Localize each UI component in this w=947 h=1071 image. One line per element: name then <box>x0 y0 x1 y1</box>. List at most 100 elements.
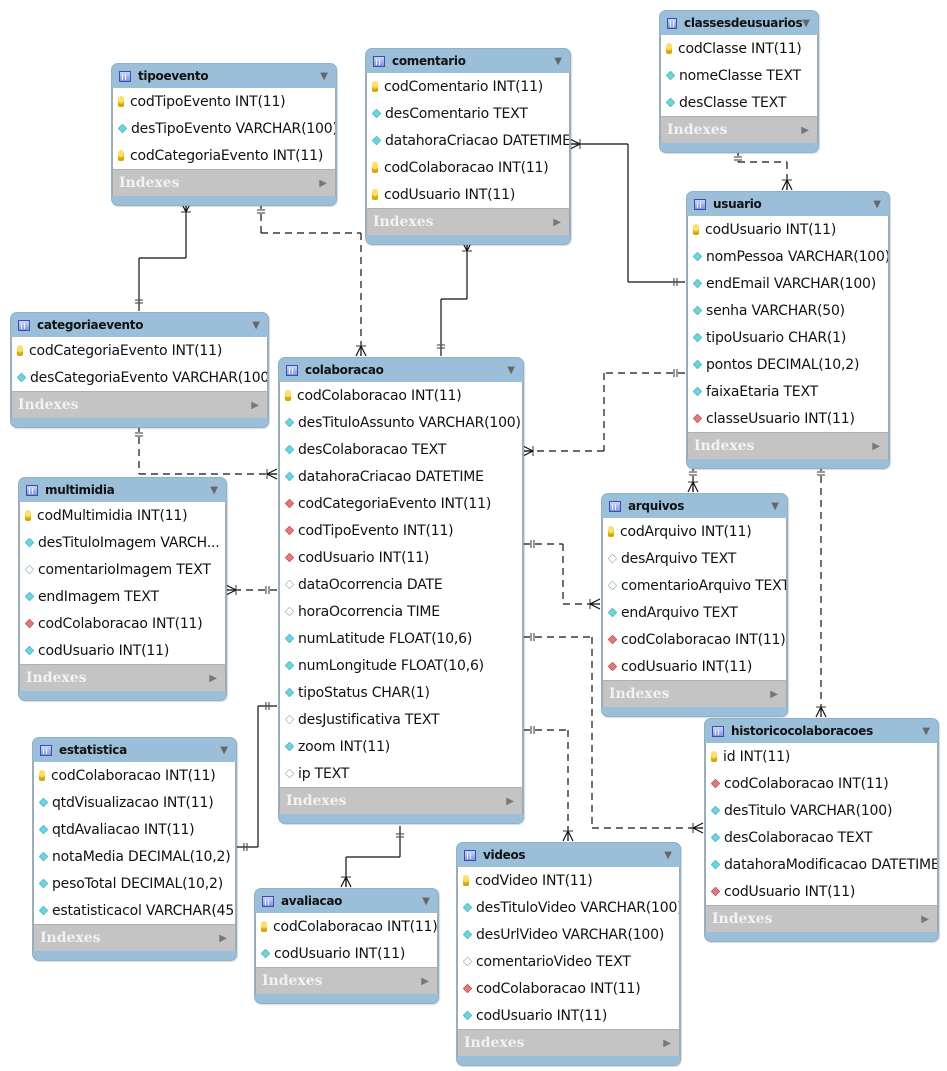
column-row[interactable]: codCategoriaEvento INT(11) <box>113 142 335 169</box>
table-header[interactable]: usuario ▼ <box>687 192 889 216</box>
column-row[interactable]: zoom INT(11) <box>280 733 522 760</box>
relationship-colaboracao-arquivos[interactable] <box>523 540 601 610</box>
table-multimidia[interactable]: multimidia ▼ codMultimidia INT(11) desTitul… <box>18 477 227 701</box>
table-header[interactable]: classesdeusuarios ▼ <box>660 11 818 35</box>
column-row[interactable]: codCategoriaEvento INT(11) <box>12 337 267 364</box>
column-row[interactable]: desComentario TEXT <box>367 100 569 127</box>
column-row[interactable]: qtdAvaliacao INT(11) <box>34 816 235 843</box>
table-header[interactable]: arquivos ▼ <box>602 494 787 518</box>
table-header[interactable]: estatistica ▼ <box>33 738 236 762</box>
collapse-chevron-icon[interactable]: ▼ <box>771 501 779 512</box>
column-row[interactable]: desColaboracao TEXT <box>280 436 522 463</box>
table-header[interactable]: videos ▼ <box>457 843 680 867</box>
column-row[interactable]: codComentario INT(11) <box>367 73 569 100</box>
indexes-section[interactable]: Indexes ▶ <box>660 116 818 143</box>
collapse-chevron-icon[interactable]: ▼ <box>554 56 562 67</box>
column-row[interactable]: numLatitude FLOAT(10,6) <box>280 625 522 652</box>
expand-arrow-icon[interactable]: ▶ <box>219 933 227 944</box>
indexes-section[interactable]: Indexes ▶ <box>19 664 226 691</box>
expand-arrow-icon[interactable]: ▶ <box>209 673 217 684</box>
column-row[interactable]: codColaboracao INT(11) <box>603 626 786 653</box>
indexes-section[interactable]: Indexes ▶ <box>602 680 787 707</box>
expand-arrow-icon[interactable]: ▶ <box>251 400 259 411</box>
column-row[interactable]: desTipoEvento VARCHAR(100) <box>113 115 335 142</box>
column-row[interactable]: codUsuario INT(11) <box>20 637 225 664</box>
column-row[interactable]: datahoraModificacao DATETIME <box>706 851 937 878</box>
relationship-colaboracao-multimidia[interactable] <box>225 584 277 596</box>
table-tipoevento[interactable]: tipoevento ▼ codTipoEvento INT(11) desTipoE… <box>111 63 337 206</box>
column-row[interactable]: desCategoriaEvento VARCHAR(100) <box>12 364 267 391</box>
column-row[interactable]: comentarioArquivo TEXT <box>603 572 786 599</box>
table-header[interactable]: historicocolaboracoes ▼ <box>705 719 938 743</box>
table-header[interactable]: avaliacao ▼ <box>255 889 438 913</box>
column-row[interactable]: faixaEtaria TEXT <box>688 378 888 405</box>
column-row[interactable]: datahoraCriacao DATETIME <box>367 127 569 154</box>
column-row[interactable]: horaOcorrencia TIME <box>280 598 522 625</box>
column-row[interactable]: desArquivo TEXT <box>603 545 786 572</box>
table-comentario[interactable]: comentario ▼ codComentario INT(11) desComen… <box>365 48 571 245</box>
column-row[interactable]: qtdVisualizacao INT(11) <box>34 789 235 816</box>
column-row[interactable]: nomPessoa VARCHAR(100) <box>688 243 888 270</box>
column-row[interactable]: codColaboracao INT(11) <box>256 913 437 940</box>
expand-arrow-icon[interactable]: ▶ <box>770 689 778 700</box>
column-row[interactable]: codColaboracao INT(11) <box>20 610 225 637</box>
column-row[interactable]: desTituloVideo VARCHAR(100) <box>458 894 679 921</box>
expand-arrow-icon[interactable]: ▶ <box>553 217 561 228</box>
column-row[interactable]: desUrlVideo VARCHAR(100) <box>458 921 679 948</box>
collapse-chevron-icon[interactable]: ▼ <box>422 896 430 907</box>
table-categoriaevento[interactable]: categoriaevento ▼ codCategoriaEvento INT(1… <box>10 312 269 428</box>
column-row[interactable]: codTipoEvento INT(11) <box>280 517 522 544</box>
indexes-section[interactable]: Indexes ▶ <box>687 432 889 459</box>
table-avaliacao[interactable]: avaliacao ▼ codColaboracao INT(11) codUsuar… <box>254 888 439 1004</box>
column-row[interactable]: codUsuario INT(11) <box>688 216 888 243</box>
column-row[interactable]: desTitulo VARCHAR(100) <box>706 797 937 824</box>
relationship-categoriaevento-colaboracao[interactable] <box>135 425 278 480</box>
column-row[interactable]: codVideo INT(11) <box>458 867 679 894</box>
relationship-colaboracao-estatistica[interactable] <box>236 702 277 851</box>
expand-arrow-icon[interactable]: ▶ <box>801 125 809 136</box>
column-row[interactable]: codArquivo INT(11) <box>603 518 786 545</box>
indexes-section[interactable]: Indexes ▶ <box>112 169 336 196</box>
column-row[interactable]: codUsuario INT(11) <box>256 940 437 967</box>
column-row[interactable]: codColaboracao INT(11) <box>280 382 522 409</box>
relationship-colaboracao-videos[interactable] <box>523 726 574 842</box>
expand-arrow-icon[interactable]: ▶ <box>506 796 514 807</box>
relationship-tipoevento-colaboracao[interactable] <box>257 202 367 357</box>
column-row[interactable]: codUsuario INT(11) <box>603 653 786 680</box>
column-row[interactable]: numLongitude FLOAT(10,6) <box>280 652 522 679</box>
column-row[interactable]: tipoUsuario CHAR(1) <box>688 324 888 351</box>
relationship-usuario-colaboracao[interactable] <box>522 369 685 457</box>
relationship-colaboracao-comentario[interactable] <box>437 240 473 356</box>
column-row[interactable]: endImagem TEXT <box>20 583 225 610</box>
column-row[interactable]: codTipoEvento INT(11) <box>113 88 335 115</box>
column-row[interactable]: classeUsuario INT(11) <box>688 405 888 432</box>
column-row[interactable]: pontos DECIMAL(10,2) <box>688 351 888 378</box>
column-row[interactable]: endEmail VARCHAR(100) <box>688 270 888 297</box>
column-row[interactable]: desClasse TEXT <box>661 89 817 116</box>
collapse-chevron-icon[interactable]: ▼ <box>220 745 228 756</box>
column-row[interactable]: comentarioVideo TEXT <box>458 948 679 975</box>
column-row[interactable]: comentarioImagem TEXT <box>20 556 225 583</box>
column-row[interactable]: id INT(11) <box>706 743 937 770</box>
column-row[interactable]: codUsuario INT(11) <box>367 181 569 208</box>
expand-arrow-icon[interactable]: ▶ <box>872 441 880 452</box>
relationship-categoriaevento-tipoevento[interactable] <box>135 201 192 311</box>
relationship-usuario-historicocolaboracoes[interactable] <box>815 464 827 718</box>
column-row[interactable]: estatisticacol VARCHAR(45) <box>34 897 235 924</box>
column-row[interactable]: dataOcorrencia DATE <box>280 571 522 598</box>
expand-arrow-icon[interactable]: ▶ <box>421 976 429 987</box>
column-row[interactable]: codUsuario INT(11) <box>280 544 522 571</box>
relationship-usuario-comentario[interactable] <box>569 138 685 286</box>
column-row[interactable]: desTituloImagem VARCH... <box>20 529 225 556</box>
collapse-chevron-icon[interactable]: ▼ <box>922 726 930 737</box>
collapse-chevron-icon[interactable]: ▼ <box>252 320 260 331</box>
column-row[interactable]: codMultimidia INT(11) <box>20 502 225 529</box>
column-row[interactable]: codUsuario INT(11) <box>706 878 937 905</box>
column-row[interactable]: desTituloAssunto VARCHAR(100) <box>280 409 522 436</box>
table-classesdeusuarios[interactable]: classesdeusuarios ▼ codClasse INT(11) nomeC… <box>659 10 819 153</box>
column-row[interactable]: datahoraCriacao DATETIME <box>280 463 522 490</box>
table-videos[interactable]: videos ▼ codVideo INT(11) desTituloVideo VA… <box>456 842 681 1066</box>
column-row[interactable]: codColaboracao INT(11) <box>34 762 235 789</box>
column-row[interactable]: codColaboracao INT(11) <box>367 154 569 181</box>
collapse-chevron-icon[interactable]: ▼ <box>873 199 881 210</box>
